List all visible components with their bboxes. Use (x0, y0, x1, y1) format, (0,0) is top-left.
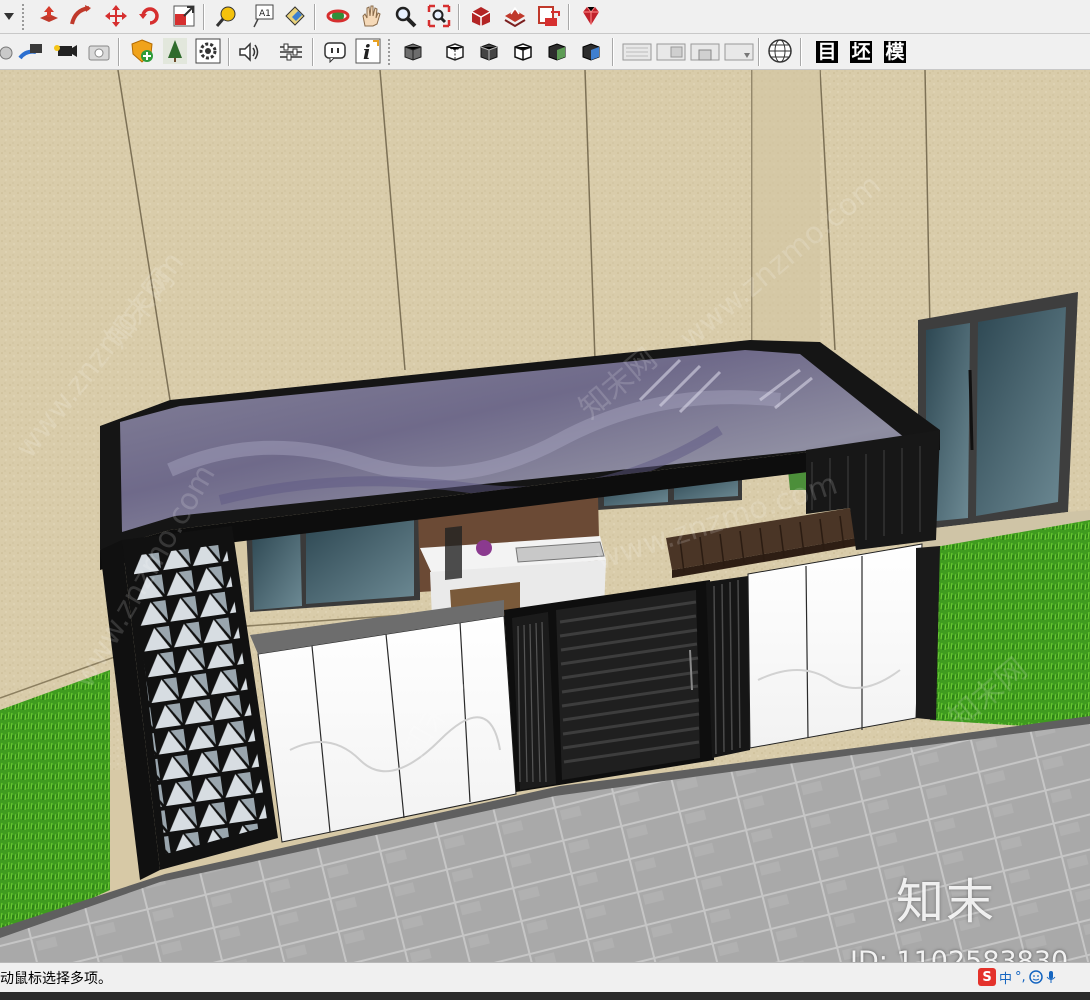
side-door-window (918, 292, 1090, 550)
follow-me-icon[interactable] (68, 3, 94, 29)
geo-location-icon[interactable] (767, 38, 793, 64)
warehouse-icon[interactable] (468, 3, 494, 29)
ruby-console-icon[interactable] (578, 3, 604, 29)
sliding-gate (504, 576, 750, 792)
svg-text:i: i (363, 40, 371, 64)
svg-text:A1: A1 (259, 9, 271, 19)
window-bottom-edge (0, 992, 1090, 1000)
menu-dropdown-icon[interactable] (2, 4, 16, 30)
text-button-mu[interactable]: 目 (814, 39, 840, 65)
position-camera-icon[interactable] (18, 39, 44, 65)
text-button-mo[interactable]: 模 (882, 39, 908, 65)
marble-wall-right (747, 543, 940, 749)
brand-watermark: 知末 (896, 874, 997, 930)
hidden-line-icon[interactable] (510, 39, 536, 65)
scale-icon[interactable] (171, 3, 197, 29)
zoom-extents-icon[interactable] (426, 3, 452, 29)
text-button-pi[interactable]: 坯 (848, 39, 874, 65)
ime-logo-icon: S (978, 968, 996, 986)
text-button-label: 模 (884, 40, 906, 63)
xray-icon[interactable] (400, 39, 426, 65)
top-toolbar: A1 (0, 0, 1090, 34)
ime-punctuation: °, (1015, 969, 1026, 985)
paint-bucket-icon[interactable] (282, 3, 308, 29)
text-button-label: 坯 (850, 40, 872, 63)
tape-measure-icon[interactable] (214, 3, 240, 29)
back-edges-icon[interactable] (442, 39, 468, 65)
shadows-icon[interactable] (129, 38, 155, 64)
status-text: 动鼠标选择多项。 (0, 971, 112, 987)
wireframe-icon[interactable] (476, 39, 502, 65)
status-bar: 动鼠标选择多项。 (0, 962, 1090, 992)
move-icon[interactable] (103, 3, 129, 29)
layers-panel-icon[interactable] (656, 39, 686, 65)
fog-icon[interactable] (162, 38, 188, 64)
orbit-icon[interactable] (325, 3, 351, 29)
shaded-textures-icon[interactable] (578, 39, 604, 65)
extension-warehouse-icon[interactable] (536, 3, 562, 29)
settings-gear-icon[interactable] (195, 38, 221, 64)
add-location-icon[interactable] (86, 39, 112, 65)
push-pull-icon[interactable] (36, 3, 62, 29)
monochrome-icon[interactable] (622, 39, 652, 65)
model-info-icon[interactable]: i (355, 38, 381, 64)
ime-language: 中 (999, 971, 1013, 987)
text-button-label: 目 (816, 40, 838, 63)
shaded-icon[interactable] (544, 39, 570, 65)
views-toolbar: i 目 坯 模 (0, 34, 1090, 70)
sound-icon[interactable] (236, 39, 262, 65)
toolbar-grip[interactable] (388, 39, 393, 65)
microphone-icon (1046, 971, 1056, 983)
text-icon[interactable]: A1 (249, 3, 275, 29)
styles-panel-icon[interactable] (724, 39, 754, 65)
pan-icon[interactable] (358, 3, 384, 29)
components-panel-icon[interactable] (690, 39, 720, 65)
rotate-icon[interactable] (137, 3, 163, 29)
ime-indicator[interactable]: S 中 °, (978, 966, 1056, 988)
toolbar-grip[interactable] (22, 4, 27, 30)
scene-render: www.znzmo.com 知末网 www.znzmo.com 知末网 www.… (0, 70, 1090, 962)
emoji-icon (1028, 970, 1043, 984)
zoom-icon[interactable] (392, 3, 418, 29)
grass-area (930, 520, 1090, 730)
settings-sliders-icon[interactable] (278, 39, 304, 65)
share-model-icon[interactable] (502, 3, 528, 29)
photo-match-icon[interactable] (52, 39, 78, 65)
message-icon[interactable] (322, 39, 348, 65)
model-viewport[interactable]: www.znzmo.com 知末网 www.znzmo.com 知末网 www.… (0, 70, 1090, 962)
